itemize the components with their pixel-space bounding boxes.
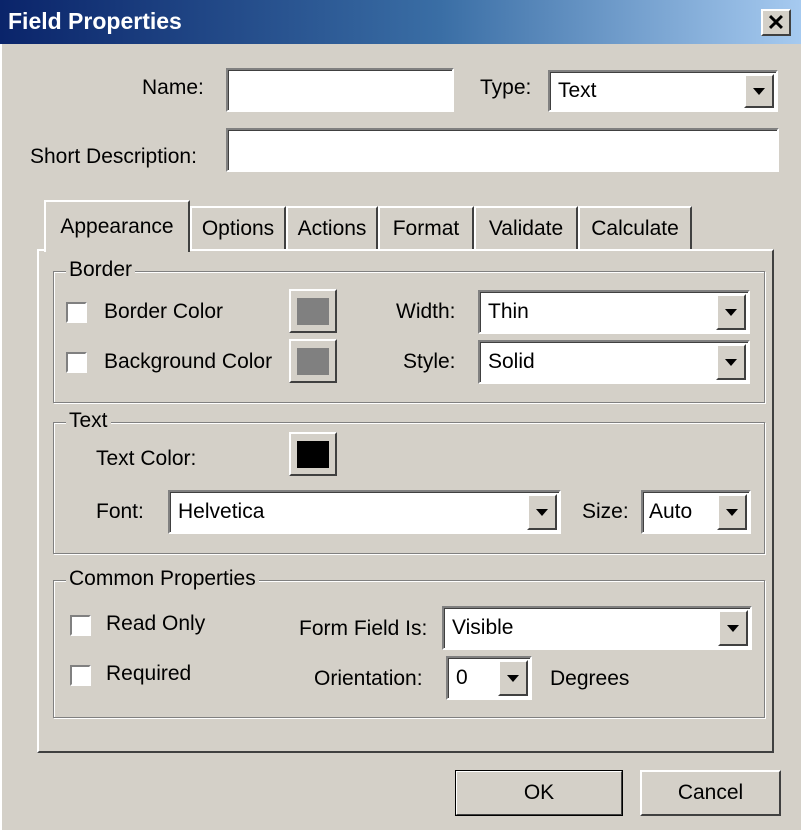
border-color-swatch[interactable] (289, 289, 337, 333)
tab-validate[interactable]: Validate (474, 206, 578, 250)
common-properties-legend: Common Properties (66, 567, 259, 591)
tab-actions[interactable]: Actions (286, 206, 378, 250)
orientation-label: Orientation: (314, 667, 423, 690)
tab-appearance[interactable]: Appearance (44, 200, 190, 252)
title-bar: Field Properties ✕ (0, 0, 801, 44)
width-select-value: Thin (488, 300, 529, 323)
short-description-input[interactable] (226, 128, 779, 172)
degrees-label: Degrees (550, 667, 630, 690)
required-checkbox[interactable] (70, 665, 91, 686)
chevron-down-icon[interactable] (527, 494, 557, 530)
width-select[interactable]: Thin (478, 290, 750, 334)
size-select[interactable]: Auto (641, 490, 751, 534)
background-color-swatch-fill (297, 347, 329, 375)
chevron-down-icon[interactable] (717, 494, 747, 530)
form-field-is-select[interactable]: Visible (442, 606, 752, 650)
border-color-label: Border Color (104, 300, 224, 323)
font-select[interactable]: Helvetica (168, 490, 561, 534)
orientation-select-value: 0 (456, 666, 468, 689)
tab-format[interactable]: Format (378, 206, 474, 250)
close-icon: ✕ (766, 9, 786, 35)
type-select[interactable]: Text (548, 70, 778, 112)
background-color-swatch[interactable] (289, 339, 337, 383)
chevron-down-icon[interactable] (498, 660, 528, 696)
tab-calculate[interactable]: Calculate (578, 206, 692, 250)
text-color-swatch-fill (297, 440, 329, 468)
text-group (53, 422, 765, 554)
short-description-label: Short Description: (30, 145, 197, 168)
window-edge (0, 44, 6, 830)
tab-options[interactable]: Options (190, 206, 286, 250)
form-field-is-label: Form Field Is: (299, 617, 428, 640)
orientation-select[interactable]: 0 (446, 656, 532, 700)
form-field-is-value: Visible (452, 616, 514, 639)
close-button[interactable]: ✕ (761, 9, 791, 36)
font-select-value: Helvetica (178, 500, 265, 523)
size-label: Size: (582, 500, 629, 523)
border-color-checkbox[interactable] (66, 302, 87, 323)
text-color-swatch[interactable] (289, 432, 337, 476)
background-color-label: Background Color (104, 350, 273, 373)
font-label: Font: (96, 500, 144, 523)
text-color-label: Text Color: (96, 447, 197, 470)
required-label: Required (106, 662, 192, 685)
border-group-legend: Border (66, 258, 136, 282)
read-only-label: Read Only (106, 612, 206, 635)
chevron-down-icon[interactable] (716, 344, 746, 380)
type-label: Type: (480, 76, 532, 99)
name-input[interactable] (226, 68, 454, 112)
style-select[interactable]: Solid (478, 340, 750, 384)
window-title: Field Properties (8, 8, 182, 34)
style-select-value: Solid (488, 350, 535, 373)
ok-button[interactable]: OK (455, 770, 623, 816)
cancel-button[interactable]: Cancel (640, 770, 781, 816)
border-color-swatch-fill (297, 297, 329, 325)
chevron-down-icon[interactable] (716, 294, 746, 330)
background-color-checkbox[interactable] (66, 352, 87, 373)
type-select-value: Text (558, 79, 597, 102)
chevron-down-icon[interactable] (744, 74, 774, 108)
text-group-legend: Text (66, 409, 111, 433)
read-only-checkbox[interactable] (70, 615, 91, 636)
width-label: Width: (396, 300, 456, 323)
size-select-value: Auto (649, 500, 693, 523)
style-label: Style: (403, 350, 456, 373)
chevron-down-icon[interactable] (718, 610, 748, 646)
name-label: Name: (142, 76, 204, 99)
